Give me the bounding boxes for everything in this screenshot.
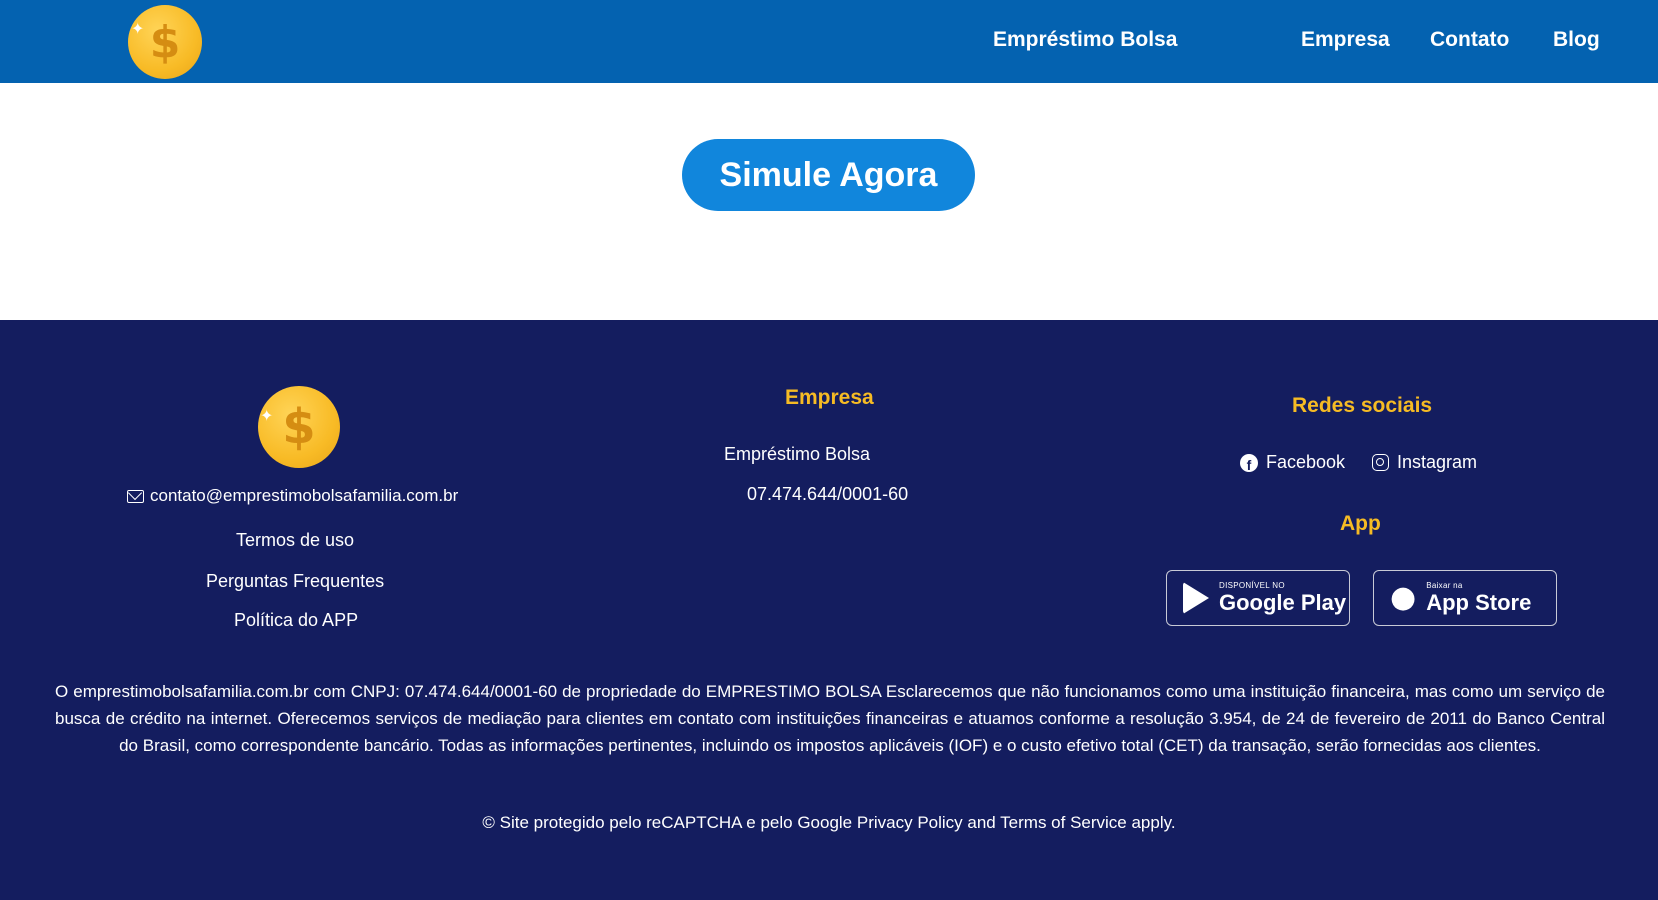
dollar-coin-logo-icon[interactable]: ✦ $: [128, 5, 202, 79]
footer-heading-app: App: [1340, 512, 1381, 535]
google-play-icon: [1183, 582, 1209, 614]
footer-link-perguntas-frequentes[interactable]: Perguntas Frequentes: [206, 571, 384, 592]
nav-link-contato[interactable]: Contato: [1430, 28, 1509, 52]
sparkle-icon: ✦: [131, 19, 145, 38]
apple-icon: ●: [1390, 580, 1417, 615]
facebook-link[interactable]: f Facebook: [1240, 452, 1345, 473]
footer-heading-redes-sociais: Redes sociais: [1292, 394, 1433, 417]
instagram-icon: [1372, 454, 1389, 471]
nav-link-emprestimo-bolsa[interactable]: Empréstimo Bolsa: [993, 28, 1177, 52]
top-navbar: ✦ $ Empréstimo Bolsa Empresa Contato Blo…: [0, 0, 1658, 83]
site-footer: ✦ $ contato@emprestimobolsafamilia.com.b…: [0, 320, 1658, 900]
google-play-badge[interactable]: DISPONÍVEL NO Google Play: [1166, 570, 1350, 626]
nav-link-empresa[interactable]: Empresa: [1301, 28, 1390, 52]
facebook-icon: f: [1240, 453, 1258, 472]
footer-link-termos-de-uso[interactable]: Termos de uso: [236, 530, 354, 551]
footer-heading-empresa: Empresa: [785, 386, 874, 409]
instagram-label: Instagram: [1397, 452, 1478, 472]
simule-agora-button[interactable]: Simule Agora: [682, 139, 975, 211]
footer-link-politica-do-app[interactable]: Política do APP: [234, 610, 358, 631]
google-play-small-label: DISPONÍVEL NO: [1219, 581, 1285, 590]
app-store-badge[interactable]: ● Baixar na App Store: [1373, 570, 1557, 626]
app-store-text: Baixar na App Store: [1426, 582, 1531, 614]
footer-empresa-cnpj: 07.474.644/0001-60: [747, 484, 909, 504]
google-play-label: Google Play: [1219, 590, 1347, 615]
footer-logo-dollar-symbol: $: [282, 399, 316, 455]
google-play-text: DISPONÍVEL NO Google Play: [1219, 582, 1346, 614]
footer-email-link[interactable]: contato@emprestimobolsafamilia.com.br: [127, 486, 458, 506]
nav-link-blog[interactable]: Blog: [1553, 28, 1600, 52]
instagram-link[interactable]: Instagram: [1372, 452, 1477, 473]
facebook-label: Facebook: [1266, 452, 1346, 472]
footer-email-text: contato@emprestimobolsafamilia.com.br: [150, 486, 459, 505]
logo-dollar-symbol: $: [149, 16, 181, 68]
sparkle-icon: ✦: [260, 406, 274, 425]
footer-recaptcha-notice: © Site protegido pelo reCAPTCHA e pelo G…: [482, 813, 1176, 832]
app-store-label: App Store: [1426, 590, 1532, 615]
mail-icon: [127, 489, 144, 503]
app-store-small-label: Baixar na: [1426, 581, 1463, 590]
footer-dollar-coin-icon: ✦ $: [258, 386, 340, 468]
footer-empresa-name: Empréstimo Bolsa: [724, 444, 871, 464]
footer-disclaimer: O emprestimobolsafamilia.com.br com CNPJ…: [55, 682, 1605, 755]
